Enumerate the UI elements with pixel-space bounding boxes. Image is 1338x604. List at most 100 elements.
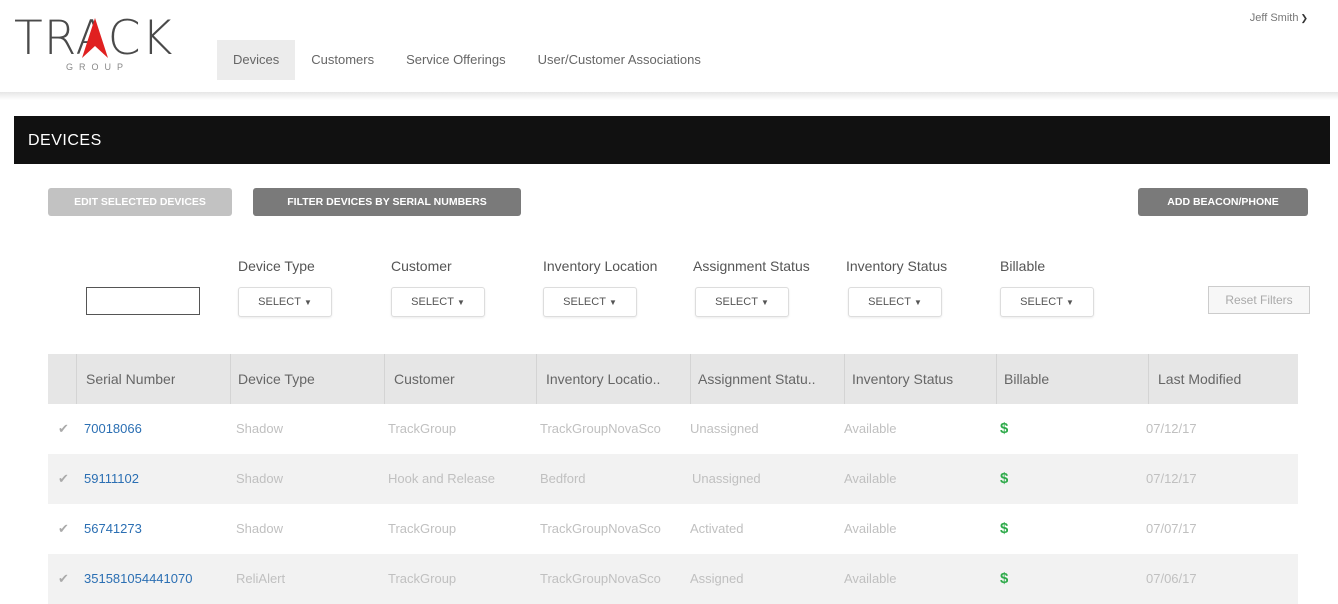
serial-number-link[interactable]: 59111102 [84, 454, 139, 504]
nav-tab-service-offerings[interactable]: Service Offerings [390, 40, 521, 80]
column-divider [536, 354, 537, 404]
cell-last-modified: 07/07/17 [1146, 521, 1197, 536]
cell-device-type: Shadow [236, 471, 283, 486]
filter-label-inventory-location: Inventory Location [543, 258, 658, 274]
column-header-inventory-location[interactable]: Inventory Locatio.. [546, 354, 686, 404]
page-title: DEVICES [28, 132, 102, 149]
cell-customer: TrackGroup [388, 571, 457, 586]
user-menu[interactable]: Jeff Smith ❯ [1250, 12, 1308, 24]
column-divider [384, 354, 385, 404]
column-header-assignment-status[interactable]: Assignment Statu.. [698, 354, 844, 404]
table-row[interactable]: ✔ 56741273 Shadow TrackGroup TrackGroupN… [48, 504, 1298, 554]
cell-customer: TrackGroup [388, 421, 457, 436]
cell-inventory-status: Available [844, 421, 897, 436]
app-header: TRACK GROUP Devices Customers Service Of… [0, 0, 1338, 92]
table-row[interactable]: ✔ 351581054441070 ReliAlert TrackGroup T… [48, 554, 1298, 604]
chevron-down-icon: ❯ [1300, 13, 1308, 23]
column-divider [996, 354, 997, 404]
nav-tab-user-customer-associations[interactable]: User/Customer Associations [522, 40, 717, 80]
select-label: SELECT [868, 296, 911, 308]
checkmark-icon[interactable]: ✔ [58, 504, 69, 554]
nav-tab-customers[interactable]: Customers [295, 40, 390, 80]
caret-down-icon: ▼ [303, 298, 312, 307]
main-nav: Devices Customers Service Offerings User… [217, 40, 717, 80]
cell-inventory-location: Bedford [540, 471, 586, 486]
checkmark-icon[interactable]: ✔ [58, 554, 69, 604]
column-divider [76, 354, 77, 404]
inventory-status-select[interactable]: SELECT ▼ [848, 287, 942, 317]
inventory-location-select[interactable]: SELECT ▼ [543, 287, 637, 317]
cell-device-type: Shadow [236, 421, 283, 436]
column-header-last-modified[interactable]: Last Modified [1158, 354, 1241, 404]
select-label: SELECT [563, 296, 606, 308]
cell-customer: TrackGroup [388, 521, 457, 536]
filter-label-device-type: Device Type [238, 258, 315, 274]
serial-number-link[interactable]: 70018066 [84, 404, 142, 454]
filter-label-billable: Billable [1000, 258, 1046, 274]
cell-last-modified: 07/06/17 [1146, 571, 1197, 586]
logo-subtext: GROUP [66, 62, 130, 72]
caret-down-icon: ▼ [913, 298, 922, 307]
checkmark-icon[interactable]: ✔ [58, 404, 69, 454]
cell-assignment-status: Activated [690, 521, 744, 536]
select-label: SELECT [411, 296, 454, 308]
reset-filters-button[interactable]: Reset Filters [1208, 286, 1310, 314]
column-header-inventory-status[interactable]: Inventory Status [852, 354, 953, 404]
select-label: SELECT [715, 296, 758, 308]
cell-assignment-status: Assigned [690, 571, 744, 586]
cell-inventory-status: Available [844, 571, 897, 586]
table-header-row: Serial Number Device Type Customer Inven… [48, 354, 1298, 404]
cell-customer: Hook and Release [388, 471, 495, 486]
filter-by-serial-button[interactable]: FILTER DEVICES BY SERIAL NUMBERS [253, 188, 521, 216]
billable-select[interactable]: SELECT ▼ [1000, 287, 1094, 317]
cell-last-modified: 07/12/17 [1146, 421, 1197, 436]
column-divider [844, 354, 845, 404]
serial-number-filter-input[interactable] [86, 287, 200, 315]
cell-device-type: ReliAlert [236, 571, 286, 586]
add-beacon-phone-button[interactable]: ADD BEACON/PHONE [1138, 188, 1308, 216]
billable-dollar-icon: $ [1000, 520, 1009, 537]
track-group-logo[interactable]: TRACK GROUP [14, 14, 172, 74]
header-shadow [0, 92, 1338, 100]
devices-table: Serial Number Device Type Customer Inven… [48, 354, 1298, 604]
column-header-device-type[interactable]: Device Type [238, 354, 315, 404]
table-row[interactable]: ✔ 70018066 Shadow TrackGroup TrackGroupN… [48, 404, 1298, 454]
edit-selected-devices-button[interactable]: EDIT SELECTED DEVICES [48, 188, 232, 216]
column-divider [1148, 354, 1149, 404]
billable-dollar-icon: $ [1000, 570, 1009, 587]
page-title-bar: DEVICES [14, 116, 1330, 164]
billable-dollar-icon: $ [1000, 420, 1009, 437]
device-type-select[interactable]: SELECT ▼ [238, 287, 332, 317]
cell-inventory-status: Available [844, 521, 897, 536]
caret-down-icon: ▼ [760, 298, 769, 307]
nav-tab-devices[interactable]: Devices [217, 40, 296, 80]
column-header-serial-number[interactable]: Serial Number [86, 354, 175, 404]
filter-label-customer: Customer [391, 258, 452, 274]
serial-number-link[interactable]: 351581054441070 [84, 554, 192, 604]
filter-label-inventory-status: Inventory Status [846, 258, 948, 274]
cell-last-modified: 07/12/17 [1146, 471, 1197, 486]
column-header-customer[interactable]: Customer [394, 354, 455, 404]
checkmark-icon[interactable]: ✔ [58, 454, 69, 504]
billable-dollar-icon: $ [1000, 470, 1009, 487]
serial-number-link[interactable]: 56741273 [84, 504, 142, 554]
select-label: SELECT [1020, 296, 1063, 308]
assignment-status-select[interactable]: SELECT ▼ [695, 287, 789, 317]
cell-assignment-status: Unassigned [690, 421, 759, 436]
cell-inventory-location: TrackGroupNovaSco [540, 571, 661, 586]
user-name: Jeff Smith [1249, 12, 1299, 24]
logo-triangle-icon [82, 18, 108, 58]
select-label: SELECT [258, 296, 301, 308]
caret-down-icon: ▼ [456, 298, 465, 307]
caret-down-icon: ▼ [1065, 298, 1074, 307]
table-row[interactable]: ✔ 59111102 Shadow Hook and Release Bedfo… [48, 454, 1298, 504]
column-divider [690, 354, 691, 404]
cell-inventory-location: TrackGroupNovaSco [540, 521, 661, 536]
caret-down-icon: ▼ [608, 298, 617, 307]
customer-select[interactable]: SELECT ▼ [391, 287, 485, 317]
column-header-billable[interactable]: Billable [1004, 354, 1049, 404]
filter-label-assignment-status: Assignment Status [693, 258, 810, 274]
cell-device-type: Shadow [236, 521, 283, 536]
cell-inventory-status: Available [844, 471, 897, 486]
cell-inventory-location: TrackGroupNovaSco [540, 421, 661, 436]
